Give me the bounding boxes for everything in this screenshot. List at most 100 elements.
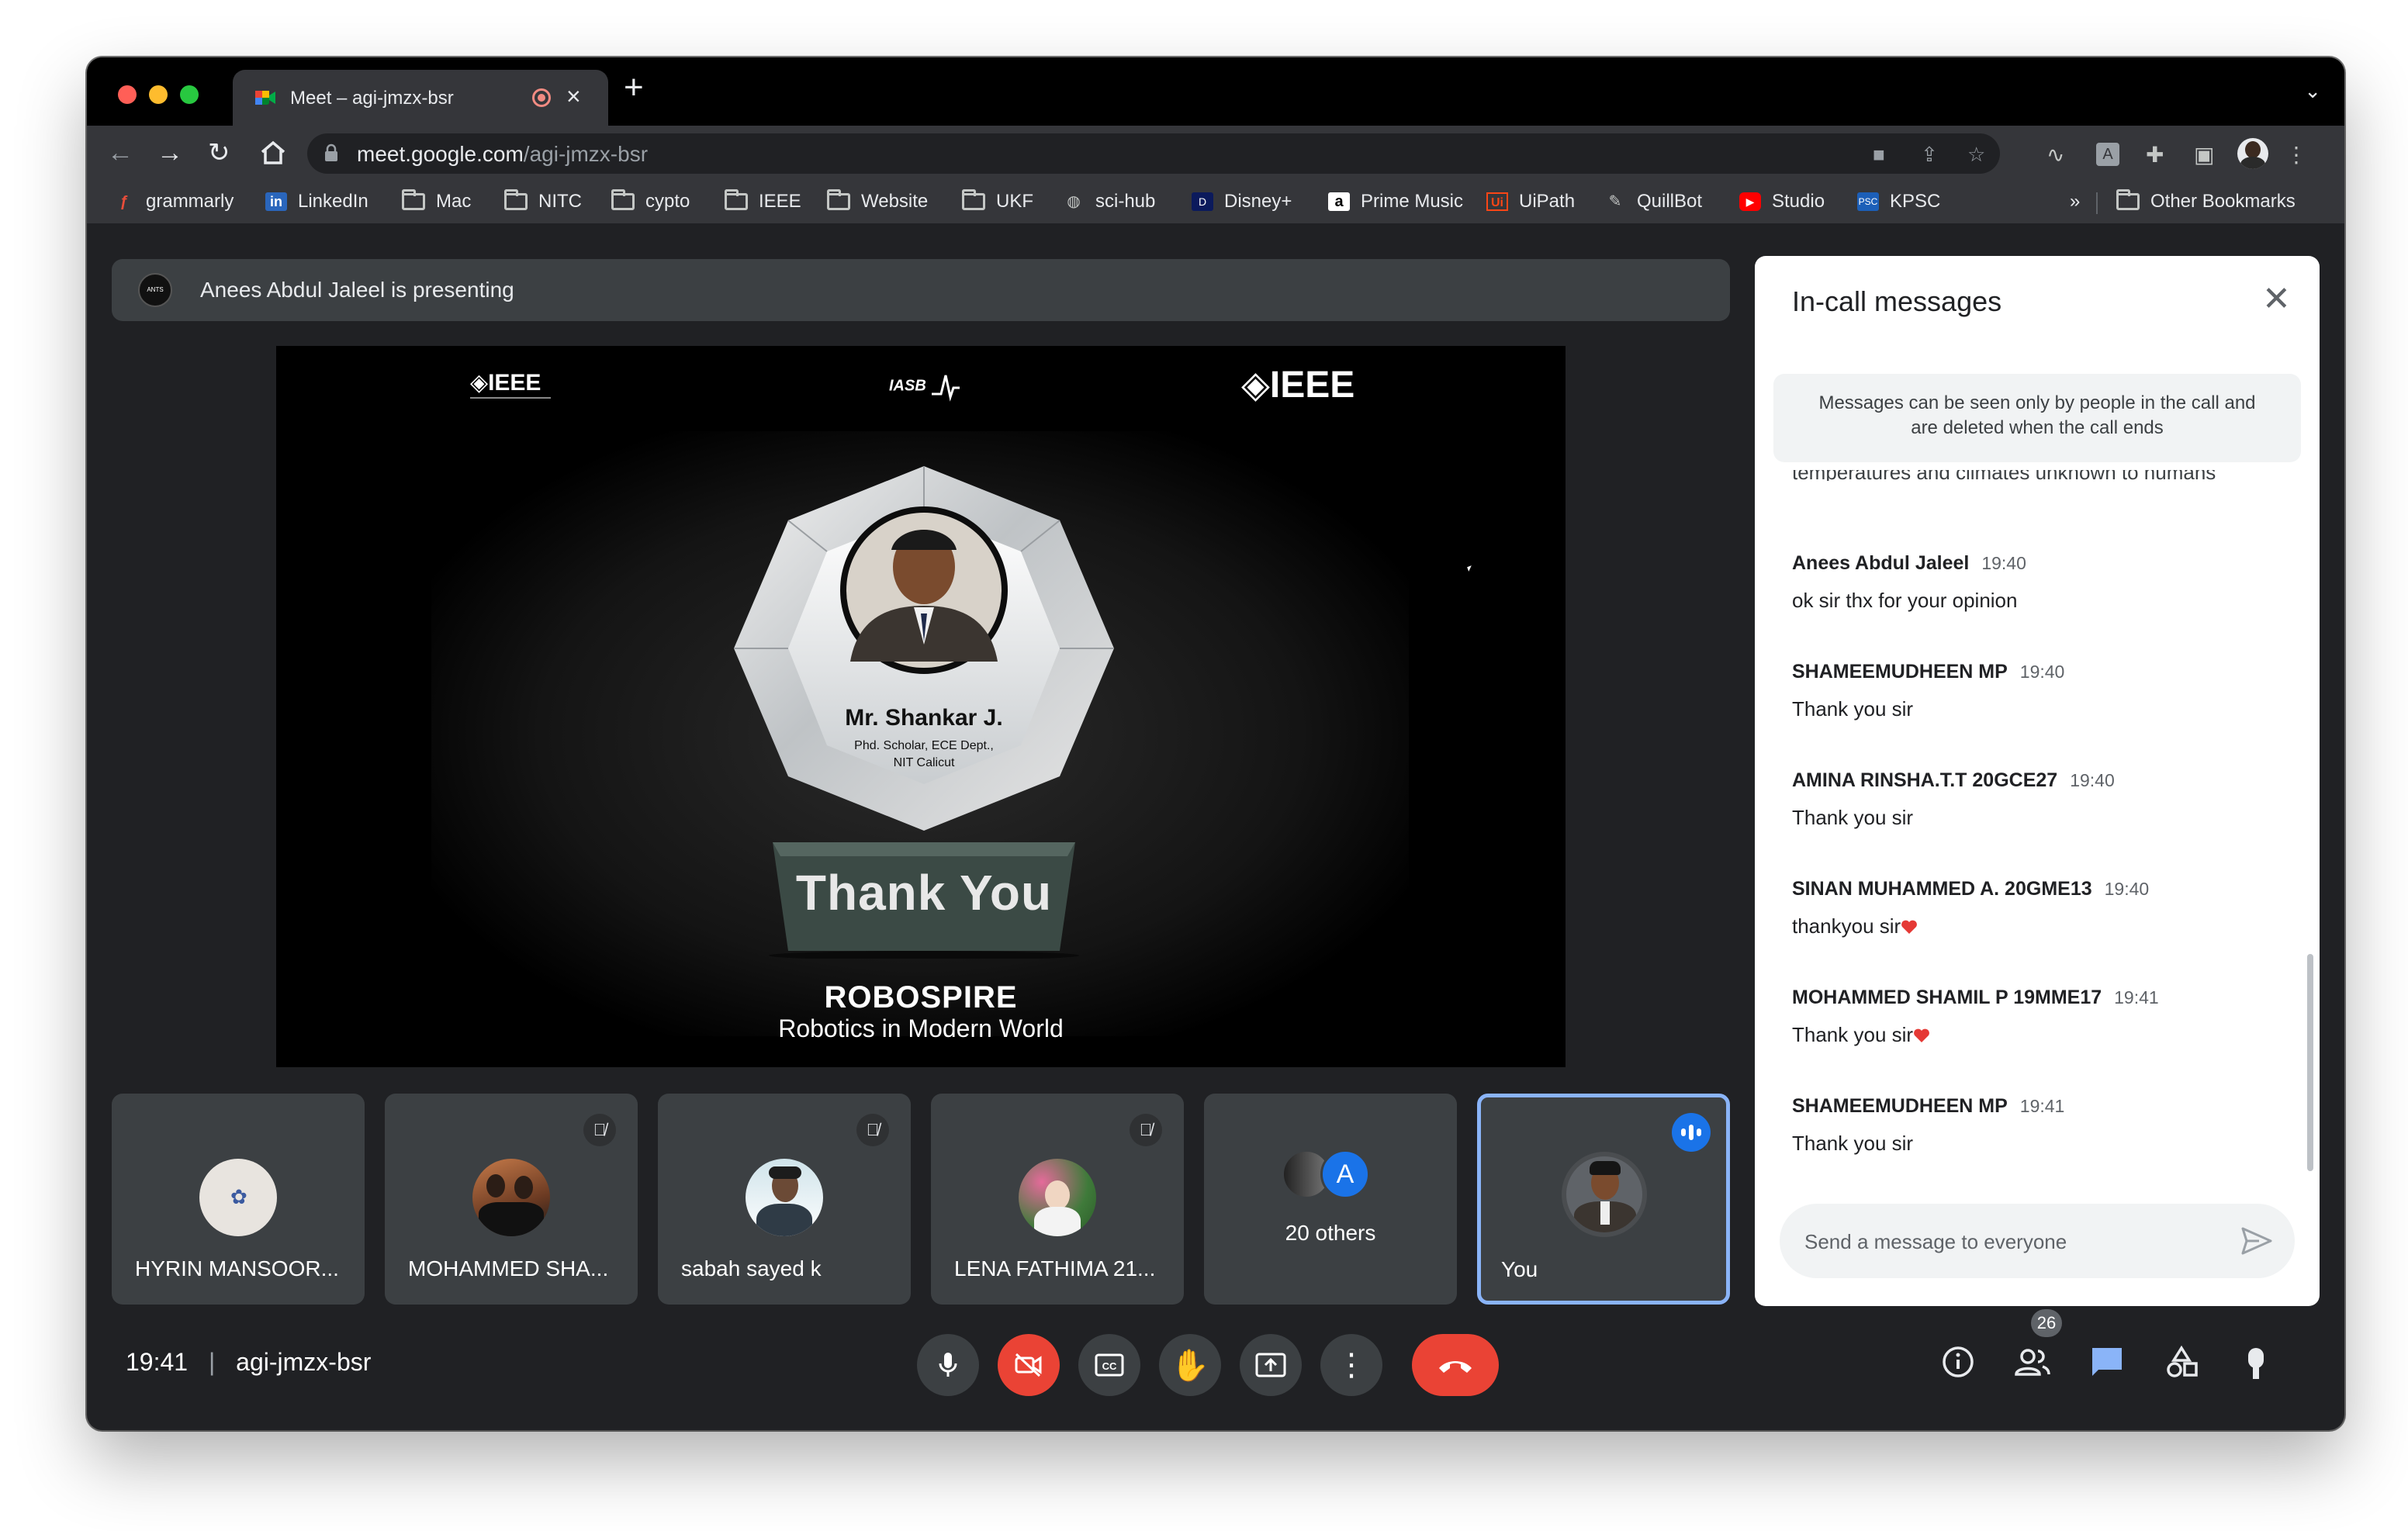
honoree-title-line2: NIT Calicut <box>893 756 955 769</box>
new-tab-button[interactable]: + <box>624 68 644 107</box>
leave-call-button[interactable] <box>1412 1334 1499 1396</box>
tab-search-button[interactable]: ⌄ <box>2304 79 2321 103</box>
bookmark-other-bookmarks[interactable]: Other Bookmarks <box>2116 189 2296 213</box>
microphone-button[interactable] <box>917 1334 979 1396</box>
chat-message: MOHAMMED SHAMIL P 19MME17 19:41 Thank you… <box>1792 987 2159 1047</box>
more-vertical-icon: ⋮ <box>1336 1348 1367 1382</box>
bookmark-star-icon[interactable]: ☆ <box>1967 143 1985 167</box>
honoree-name: Mr. Shankar J. <box>845 705 1003 731</box>
host-controls-button[interactable] <box>2233 1345 2279 1393</box>
message-sender: AMINA RINSHA.T.T 20GCE27 19:40 <box>1792 769 2115 791</box>
message-text: thankyou sir <box>1792 914 1901 938</box>
send-icon[interactable] <box>2240 1225 2273 1256</box>
participant-name: sabah sayed k <box>681 1256 822 1280</box>
chat-message: AMINA RINSHA.T.T 20GCE27 19:40 Thank you … <box>1792 769 2115 830</box>
bookmark-folder-nitc[interactable]: NITC <box>504 189 582 213</box>
extension-a-icon[interactable]: A <box>2096 143 2119 166</box>
presenter-avatar: ANTS <box>138 273 172 307</box>
flower-icon: ✿ <box>230 1185 247 1208</box>
handwriting-extension-icon[interactable]: ∿ <box>2046 144 2064 166</box>
back-arrow-icon[interactable]: ← <box>107 140 133 166</box>
message-input-field[interactable]: Send a message to everyone <box>1780 1204 2295 1278</box>
close-icon[interactable]: ✕ <box>2262 282 2291 316</box>
camera-blocked-icon[interactable]: ■ <box>1873 143 1885 167</box>
tab-close-button[interactable]: × <box>566 82 581 111</box>
activities-button[interactable] <box>2158 1345 2205 1388</box>
bookmark-kpsc[interactable]: PSC KPSC <box>1857 191 1940 213</box>
participant-tile-others[interactable]: A 20 others <box>1204 1094 1457 1305</box>
captions-button[interactable]: CC <box>1078 1334 1140 1396</box>
participant-avatar <box>1019 1159 1096 1236</box>
profile-avatar[interactable] <box>2237 138 2268 169</box>
participant-tile[interactable]: 🎙̸ sabah sayed k <box>658 1094 911 1305</box>
folder-icon <box>725 189 748 210</box>
minimize-window-button[interactable] <box>149 85 168 104</box>
participant-avatar: ✿ <box>199 1159 277 1236</box>
extensions-puzzle-icon[interactable]: ✚ <box>2146 144 2164 166</box>
bookmark-folder-ieee[interactable]: IEEE <box>725 189 801 213</box>
participant-tile[interactable]: 🎙̸ LENA FATHIMA 21... <box>931 1094 1184 1305</box>
zoom-window-button[interactable] <box>180 85 199 104</box>
chat-scrollbar[interactable] <box>2307 954 2313 1171</box>
participant-tile[interactable]: ✿ HYRIN MANSOOR... <box>112 1094 365 1305</box>
raise-hand-button[interactable]: ✋ <box>1159 1334 1221 1396</box>
bookmark-linkedin[interactable]: in LinkedIn <box>265 191 368 213</box>
camera-off-button[interactable] <box>998 1334 1060 1396</box>
bookmark-folder-cypto[interactable]: cypto <box>611 189 690 213</box>
bookmark-disney[interactable]: D Disney+ <box>1192 191 1292 213</box>
lock-person-icon <box>2248 1348 2264 1379</box>
bookmark-uipath[interactable]: Ui UiPath <box>1486 191 1575 213</box>
mic-off-icon: 🎙̸ <box>856 1114 889 1146</box>
bookmark-folder-ukf[interactable]: UKF <box>962 189 1033 213</box>
browser-window: Meet – agi-jmzx-bsr × + ⌄ ← → ↻ meet.goo… <box>87 57 2344 1430</box>
bookmark-folder-website[interactable]: Website <box>827 189 928 213</box>
iasb-wave-icon <box>932 375 960 402</box>
participant-tile-self[interactable]: You <box>1477 1094 1730 1305</box>
lock-icon[interactable] <box>324 143 338 162</box>
reload-icon[interactable]: ↻ <box>208 140 230 166</box>
meeting-info-text: 19:41 | agi-jmzx-bsr <box>126 1348 371 1377</box>
address-bar[interactable]: meet.google.com/agi-jmzx-bsr ■ ⇪ ☆ <box>307 133 2000 174</box>
meeting-code: agi-jmzx-bsr <box>236 1348 372 1376</box>
message-input-placeholder: Send a message to everyone <box>1804 1230 2067 1253</box>
event-subtitle: Robotics in Modern World <box>778 1014 1064 1042</box>
uipath-icon: Ui <box>1486 192 1508 211</box>
bookmark-folder-mac[interactable]: Mac <box>402 189 471 213</box>
bookmark-grammarly[interactable]: ƒ grammarly <box>113 191 234 213</box>
chat-message: Anees Abdul Jaleel 19:40 ok sir thx for y… <box>1792 552 2026 613</box>
participant-name: HYRIN MANSOOR... <box>135 1256 339 1280</box>
home-icon[interactable] <box>259 140 287 166</box>
bookmark-studio[interactable]: ▶ Studio <box>1739 191 1825 213</box>
meeting-details-button[interactable] <box>1935 1345 1981 1388</box>
chat-message: SHAMEEMUDHEEN MP 19:41 Thank you sir <box>1792 1095 2064 1156</box>
browser-tab-meet[interactable]: Meet – agi-jmzx-bsr × <box>233 70 608 126</box>
others-count: 20 others <box>1285 1221 1376 1245</box>
tab-title: Meet – agi-jmzx-bsr <box>290 88 454 109</box>
presenting-banner: ANTS Anees Abdul Jaleel is presenting <box>112 259 1730 321</box>
kpsc-icon: PSC <box>1857 192 1879 211</box>
people-icon <box>2015 1349 2050 1376</box>
message-time: 19:41 <box>2019 1096 2065 1116</box>
separator: | <box>208 1348 216 1376</box>
chat-button[interactable] <box>2084 1345 2130 1388</box>
bookmark-sci-hub[interactable]: ◍ sci-hub <box>1063 191 1155 213</box>
bookmarks-overflow-button[interactable]: » <box>2070 191 2080 213</box>
mic-off-icon: 🎙̸ <box>583 1114 616 1146</box>
bookmark-quillbot[interactable]: ✎ QuillBot <box>1604 191 1702 213</box>
more-menu-icon[interactable]: ⋮ <box>2285 144 2307 166</box>
hand-icon: ✋ <box>1171 1348 1209 1383</box>
forward-arrow-icon[interactable]: → <box>157 140 183 166</box>
side-panel-icon[interactable]: ▣ <box>2194 144 2214 166</box>
people-button[interactable] <box>2009 1345 2056 1388</box>
close-window-button[interactable] <box>118 85 137 104</box>
present-now-button[interactable] <box>1240 1334 1302 1396</box>
globe-icon: ◍ <box>1067 193 1081 210</box>
participant-tile[interactable]: 🎙̸ MOHAMMED SHA... <box>385 1094 638 1305</box>
presenting-text: Anees Abdul Jaleel is presenting <box>200 278 514 302</box>
shapes-icon <box>2167 1345 2198 1377</box>
chat-panel-title: In-call messages <box>1792 285 2002 317</box>
bookmark-prime-music[interactable]: a Prime Music <box>1328 191 1463 213</box>
quill-icon: ✎ <box>1608 193 1622 210</box>
more-options-button[interactable]: ⋮ <box>1320 1334 1382 1396</box>
share-icon[interactable]: ⇪ <box>1921 143 1938 167</box>
